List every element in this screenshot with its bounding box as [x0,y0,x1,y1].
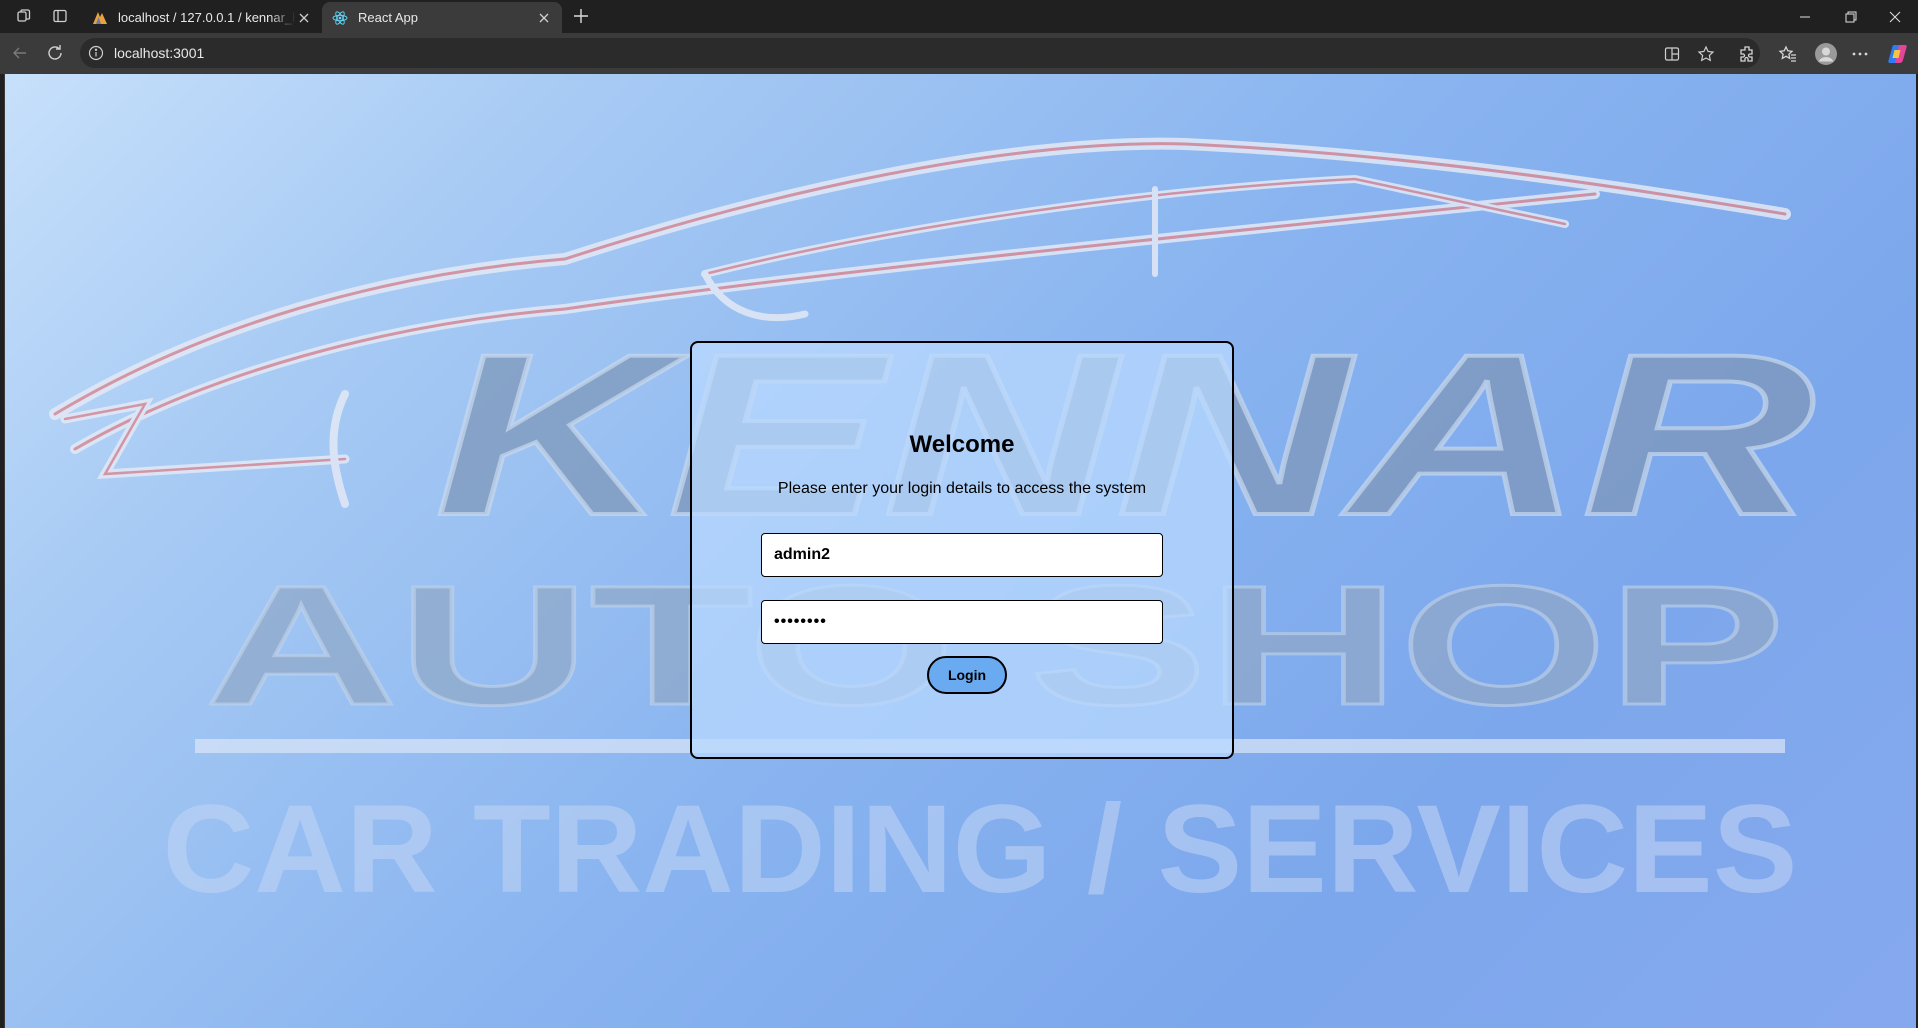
phpmyadmin-icon [92,10,108,26]
minimize-icon[interactable] [1782,0,1828,33]
tab-react-app[interactable]: React App [322,2,562,33]
profile-avatar-icon[interactable] [1814,42,1838,66]
tab-title: React App [358,10,418,25]
refresh-icon[interactable] [45,43,65,63]
favorite-star-icon[interactable] [1697,45,1715,63]
login-button[interactable]: Login [927,656,1007,694]
close-tab-icon[interactable] [536,10,552,26]
copilot-icon[interactable] [1886,42,1910,66]
tab-phpmyadmin[interactable]: localhost / 127.0.0.1 / kennar_login [82,2,322,33]
back-icon[interactable] [10,43,30,63]
restore-icon[interactable] [1828,0,1874,33]
password-input[interactable]: •••••••• [761,600,1163,644]
favorites-icon[interactable] [1778,44,1798,64]
site-info-icon[interactable] [88,45,104,61]
workspaces-icon[interactable] [14,6,34,26]
tab-bar: localhost / 127.0.0.1 / kennar_login Rea… [0,0,1918,33]
brand-line-3: CAR TRADING / SERVICES [163,780,1798,919]
page-viewport: KENNAR AUTO SHOP CAR TRADING / SERVICES … [4,74,1916,1028]
url-field[interactable]: localhost:3001 [80,38,1760,68]
address-bar: localhost:3001 [0,33,1918,74]
username-input[interactable]: admin2 [761,533,1163,577]
more-options-icon[interactable] [1850,44,1870,64]
close-window-icon[interactable] [1872,0,1918,33]
welcome-heading: Welcome [909,431,1015,458]
login-subtitle: Please enter your login details to acces… [777,480,1147,497]
new-tab-icon[interactable] [571,6,591,26]
react-icon [332,10,348,26]
url-text: localhost:3001 [114,45,205,61]
extensions-icon[interactable] [1737,44,1757,64]
tab-title: localhost / 127.0.0.1 / kennar_login [118,10,296,25]
login-card: Welcome Please enter your login details … [690,341,1234,759]
tab-actions-icon[interactable] [50,6,70,26]
close-tab-icon[interactable] [296,10,312,26]
split-screen-icon[interactable] [1663,45,1681,63]
